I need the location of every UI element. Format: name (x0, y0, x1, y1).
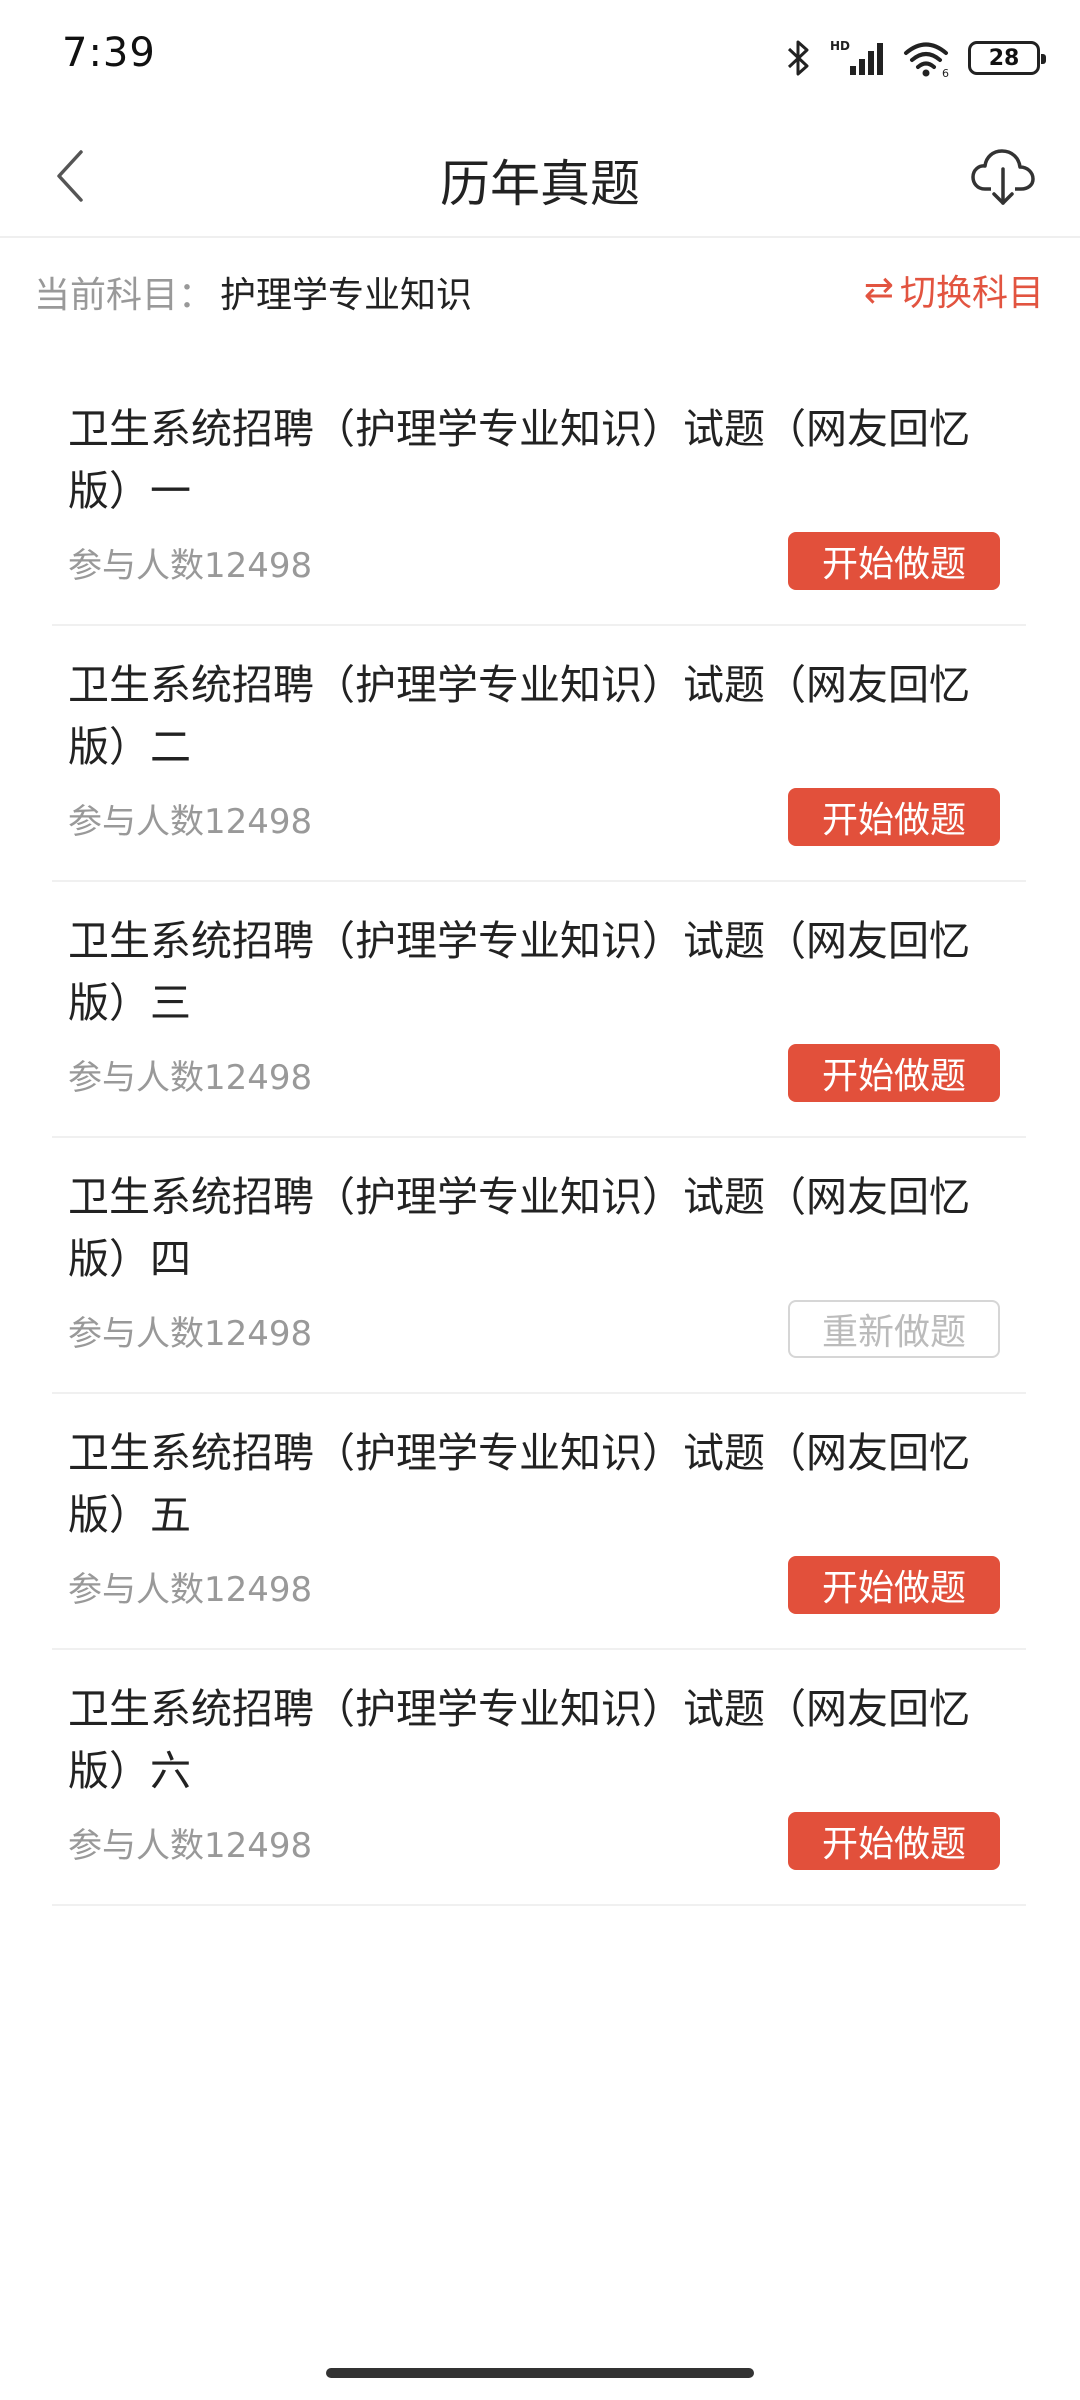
exam-title: 卫生系统招聘（护理学专业知识）试题（网友回忆版）四 (68, 1173, 970, 1283)
participant-count: 参与人数12498 (68, 802, 313, 842)
exam-list: 卫生系统招聘（护理学专业知识）试题（网友回忆版）一 参与人数12498 开始做题… (52, 370, 1026, 1906)
start-exam-button[interactable]: 开始做题 (788, 532, 1000, 590)
exam-title: 卫生系统招聘（护理学专业知识）试题（网友回忆版）二 (68, 661, 970, 771)
exam-title: 卫生系统招聘（护理学专业知识）试题（网友回忆版）三 (68, 917, 970, 1027)
list-item[interactable]: 卫生系统招聘（护理学专业知识）试题（网友回忆版）三 参与人数12498 开始做题 (52, 882, 1026, 1138)
start-exam-button[interactable]: 开始做题 (788, 1812, 1000, 1870)
swap-icon: ⇄ (863, 269, 894, 311)
participant-count: 参与人数12498 (68, 1570, 313, 1610)
redo-exam-button[interactable]: 重新做题 (788, 1300, 1000, 1358)
home-indicator[interactable] (326, 2368, 754, 2378)
start-exam-button[interactable]: 开始做题 (788, 1556, 1000, 1614)
header: 历年真题 (0, 118, 1080, 238)
list-item[interactable]: 卫生系统招聘（护理学专业知识）试题（网友回忆版）五 参与人数12498 开始做题 (52, 1394, 1026, 1650)
participant-count: 参与人数12498 (68, 1826, 313, 1866)
status-time: 7:39 (62, 30, 156, 76)
svg-text:6: 6 (942, 67, 949, 78)
participant-count: 参与人数12498 (68, 1314, 313, 1354)
svg-text:HD: HD (830, 39, 850, 53)
download-button[interactable] (962, 138, 1044, 220)
list-item[interactable]: 卫生系统招聘（护理学专业知识）试题（网友回忆版）一 参与人数12498 开始做题 (52, 370, 1026, 626)
exam-title: 卫生系统招聘（护理学专业知识）试题（网友回忆版）五 (68, 1429, 970, 1539)
cloud-download-icon (971, 145, 1035, 213)
participant-count: 参与人数12498 (68, 1058, 313, 1098)
screen: 7:39 HD 6 28 历年真题 当前科目： 护理学专业知识 ⇄ 切换科目 卫… (0, 0, 1080, 2400)
bluetooth-icon (786, 38, 812, 78)
list-item[interactable]: 卫生系统招聘（护理学专业知识）试题（网友回忆版）二 参与人数12498 开始做题 (52, 626, 1026, 882)
switch-subject-button[interactable]: ⇄ 切换科目 (864, 264, 1044, 316)
status-bar: 7:39 HD 6 28 (0, 0, 1080, 118)
start-exam-button[interactable]: 开始做题 (788, 1044, 1000, 1102)
start-exam-button[interactable]: 开始做题 (788, 788, 1000, 846)
switch-subject-label: 切换科目 (899, 273, 1044, 314)
hd-signal-icon: HD (828, 38, 886, 78)
exam-title: 卫生系统招聘（护理学专业知识）试题（网友回忆版）一 (68, 405, 970, 515)
battery-icon: 28 (968, 41, 1046, 75)
subject-bar: 当前科目： 护理学专业知识 ⇄ 切换科目 (0, 240, 1080, 340)
exam-title: 卫生系统招聘（护理学专业知识）试题（网友回忆版）六 (68, 1685, 970, 1795)
page-title: 历年真题 (440, 155, 640, 213)
wifi-icon: 6 (902, 38, 952, 78)
participant-count: 参与人数12498 (68, 546, 313, 586)
list-item[interactable]: 卫生系统招聘（护理学专业知识）试题（网友回忆版）六 参与人数12498 开始做题 (52, 1650, 1026, 1906)
subject-label: 当前科目： (34, 275, 215, 316)
subject-value: 护理学专业知识 (220, 275, 473, 316)
list-item[interactable]: 卫生系统招聘（护理学专业知识）试题（网友回忆版）四 参与人数12498 重新做题 (52, 1138, 1026, 1394)
status-icons: HD 6 28 (786, 36, 1046, 80)
